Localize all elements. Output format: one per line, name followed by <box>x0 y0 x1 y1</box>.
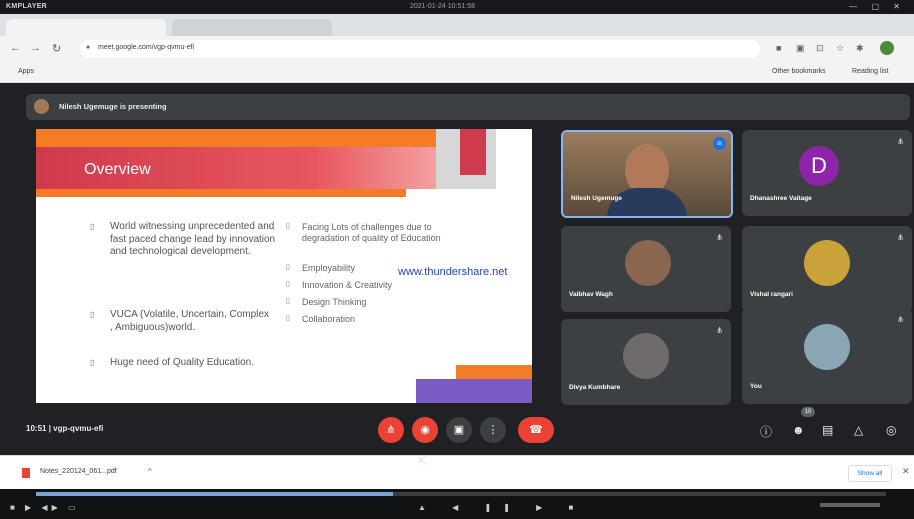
translate-icon[interactable]: ▣ <box>796 43 805 54</box>
url-text[interactable]: meet.google.com/vgp-qvmu-efi <box>98 44 194 51</box>
slide-bullet: ▯ World witnessing unprecedented and fast… <box>90 221 276 257</box>
mouse-cursor-icon: ⇱ <box>418 456 428 468</box>
mic-off-icon: ⋔ <box>716 326 723 335</box>
slide-decor <box>460 129 486 175</box>
bookmark-other[interactable]: Other bookmarks <box>772 68 826 75</box>
mic-off-icon: ⋔ <box>897 137 904 146</box>
star-icon[interactable]: ☆ <box>836 43 844 54</box>
browser-toolbar: ← → ↻ ● meet.google.com/vgp-qvmu-efi ■ ▣… <box>0 36 914 62</box>
participant-name: You <box>750 383 762 390</box>
reload-icon[interactable]: ↻ <box>52 42 61 55</box>
participant-name: Divya Kumbhare <box>569 384 621 391</box>
watermark-text: www.thundershare.net <box>398 266 508 278</box>
back-icon[interactable]: ← <box>10 42 21 54</box>
meeting-info: 10:51 | vgp-qvmu-efi <box>26 424 103 433</box>
meeting-code: vgp-qvmu-efi <box>53 424 104 433</box>
slide-bullet: ▯ Design Thinking <box>286 297 367 307</box>
meet-window: Nilesh Ugemuge is presenting Overview ▯ W… <box>0 83 914 455</box>
participant-photo <box>623 333 669 379</box>
participant-tile-presenter[interactable]: ≡ Nilesh Ugemuge <box>561 130 733 218</box>
share-icon[interactable]: ⊡ <box>816 43 824 54</box>
slide-bullet: ▯ Huge need of Quality Education. <box>90 357 254 368</box>
player-title: KMPLAYER <box>6 3 48 10</box>
participant-tile-self[interactable]: ⋔ You <box>742 308 912 404</box>
present-button[interactable]: ▣ <box>446 417 472 443</box>
pdf-file-icon <box>22 468 30 478</box>
mic-off-icon: ⋔ <box>716 233 723 242</box>
player-title-bar: KMPLAYER 2021-01-24 10:51:58 — ▢ ✕ <box>0 0 914 14</box>
speaking-indicator-icon: ≡ <box>713 137 726 150</box>
download-file-name[interactable]: Notes_220124_061...pdf <box>40 468 117 475</box>
presenting-text: Nilesh Ugemuge is presenting <box>59 102 167 111</box>
bookmarks-bar: Apps Other bookmarks Reading list <box>0 62 914 83</box>
browser-tab[interactable] <box>172 19 332 36</box>
slide-decor <box>416 379 532 403</box>
people-count-badge: 10 <box>801 407 815 417</box>
chat-icon[interactable]: ▤ <box>822 423 833 437</box>
participant-name: Vishal rangari <box>750 291 793 298</box>
player-controls: ■ ▶ ◀▶ ▭ ▲ ◀ ❚❚ ▶ ■ <box>0 489 914 519</box>
people-icon[interactable]: ☻ <box>792 423 805 437</box>
slide-title: Overview <box>84 161 151 178</box>
seek-progress <box>36 492 393 496</box>
participant-name: Dhanashree Vaitage <box>750 195 812 202</box>
profile-avatar[interactable] <box>880 41 894 55</box>
participant-tile[interactable]: ⋔ Vaibhav Wagh <box>561 226 731 312</box>
slide-decor <box>36 189 406 197</box>
extensions-icon[interactable]: ✱ <box>856 43 864 54</box>
camera-toggle-button[interactable]: ◉ <box>412 417 438 443</box>
camera-off-icon: ◉ <box>420 424 430 436</box>
participant-name: Nilesh Ugemuge <box>571 195 622 202</box>
volume-slider[interactable] <box>820 503 880 507</box>
presenting-banner: Nilesh Ugemuge is presenting <box>26 94 910 120</box>
close-icon[interactable]: ✕ <box>902 466 910 477</box>
host-controls-icon[interactable]: ◎ <box>886 423 896 437</box>
forward-icon[interactable]: → <box>30 42 41 54</box>
browser-tab-active[interactable] <box>6 19 166 36</box>
player-left-controls[interactable]: ■ ▶ ◀▶ ▭ <box>10 503 80 512</box>
chevron-up-icon[interactable]: ^ <box>148 467 152 476</box>
mic-toggle-button[interactable]: ⋔ <box>378 417 404 443</box>
slide-bullet: ▯ Collaboration <box>286 314 356 324</box>
player-timestamp: 2021-01-24 10:51:58 <box>410 3 475 10</box>
meeting-time: 10:51 <box>26 424 47 433</box>
camera-icon[interactable]: ■ <box>776 43 781 53</box>
bookmark-reading-list[interactable]: Reading list <box>852 68 889 75</box>
participant-avatar: D <box>799 146 839 186</box>
presenter-avatar <box>34 99 49 114</box>
bookmark-apps[interactable]: Apps <box>18 68 34 75</box>
participant-tile[interactable]: ⋔ D Dhanashree Vaitage <box>742 130 912 216</box>
activities-icon[interactable]: △ <box>854 423 863 437</box>
more-vert-icon: ⋮ <box>487 424 499 436</box>
address-bar[interactable]: ● meet.google.com/vgp-qvmu-efi <box>80 40 760 58</box>
seek-bar[interactable] <box>36 492 886 496</box>
show-all-button[interactable]: Show all <box>848 465 892 482</box>
player-transport-controls[interactable]: ▲ ◀ ❚❚ ▶ ■ <box>418 503 585 512</box>
slide-bullet: ▯ Innovation & Creativity <box>286 280 393 290</box>
window-controls[interactable]: — ▢ ✕ <box>849 2 906 11</box>
participant-tile[interactable]: ⋔ Divya Kumbhare <box>561 319 731 405</box>
mic-off-icon: ⋔ <box>897 315 904 324</box>
downloads-shelf: Notes_220124_061...pdf ^ Show all ✕ <box>0 455 914 490</box>
info-icon[interactable]: ⓘ <box>760 423 772 440</box>
participant-photo <box>804 240 850 286</box>
participant-photo <box>804 324 850 370</box>
shared-slide: Overview ▯ World witnessing unprecedented… <box>36 129 532 403</box>
present-icon: ▣ <box>453 424 465 436</box>
browser-tab-strip <box>0 14 914 36</box>
phone-hangup-icon: ☎ <box>529 424 543 436</box>
mic-off-icon: ⋔ <box>897 233 904 242</box>
slide-bullet: ▯ VUCA (Volatile, Uncertain, Complex , Am… <box>90 309 269 333</box>
leave-call-button[interactable]: ☎ <box>518 417 554 443</box>
lock-icon: ● <box>86 44 91 51</box>
mic-off-icon: ⋔ <box>386 424 396 436</box>
more-options-button[interactable]: ⋮ <box>480 417 506 443</box>
participant-photo <box>625 240 671 286</box>
participant-name: Vaibhav Wagh <box>569 291 613 298</box>
slide-bullet: ▯ Facing Lots of challenges due to degrad… <box>286 222 441 243</box>
slide-decor <box>36 129 496 147</box>
participant-tile[interactable]: ⋔ Vishal rangari <box>742 226 912 312</box>
